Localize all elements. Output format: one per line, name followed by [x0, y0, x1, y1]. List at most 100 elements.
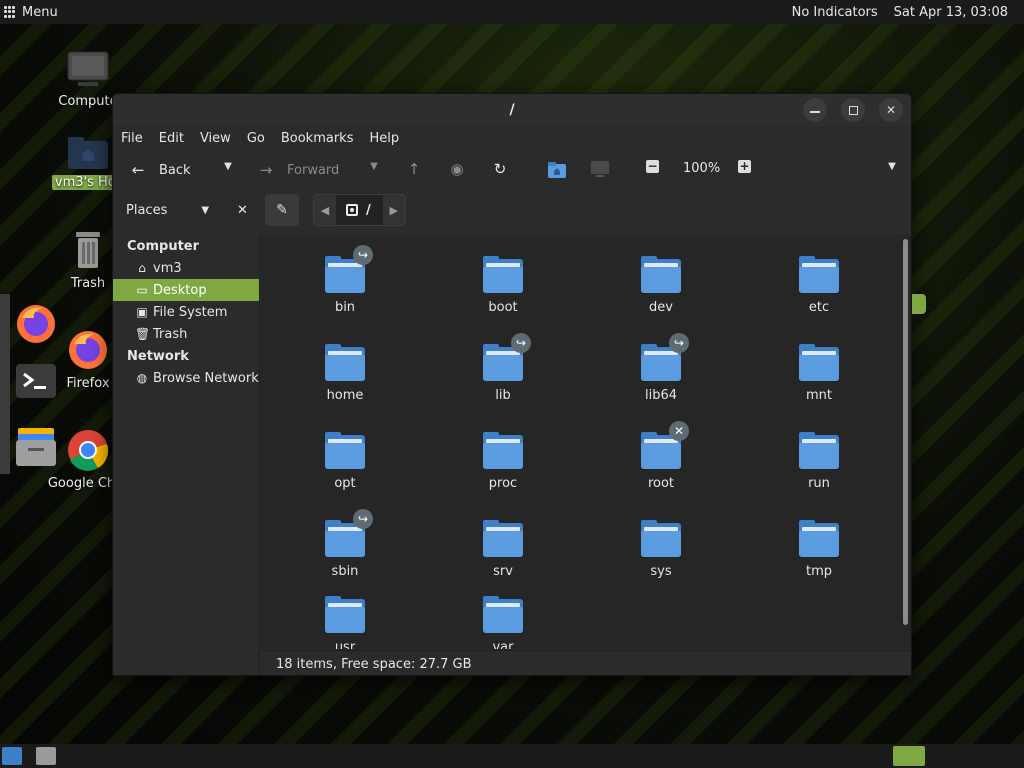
scrollbar[interactable]: [903, 239, 908, 625]
folder-item-proc[interactable]: proc: [443, 432, 563, 491]
folder-icon: [799, 256, 839, 293]
menu-help[interactable]: Help: [369, 131, 399, 146]
folder-item-opt[interactable]: opt: [285, 432, 405, 491]
folder-icon: ↪: [641, 333, 689, 381]
firefox-icon: [69, 331, 107, 369]
folder-item-root[interactable]: ✕ root: [601, 421, 721, 491]
menu-bookmarks[interactable]: Bookmarks: [281, 131, 354, 146]
trash-icon: 🗑: [135, 327, 151, 341]
file-manager-window: / ✕ File Edit View Go Bookmarks Help ← B…: [112, 93, 912, 676]
computer-button[interactable]: [590, 159, 610, 179]
indicators-applet[interactable]: No Indicators: [792, 5, 878, 20]
path-crumb-root[interactable]: /: [336, 195, 383, 225]
chevron-left-icon[interactable]: ◀: [314, 204, 336, 217]
folder-label: bin: [334, 300, 356, 315]
folder-item-mnt[interactable]: mnt: [759, 344, 879, 403]
edit-location-button[interactable]: ✎: [265, 194, 299, 226]
menu-go[interactable]: Go: [247, 131, 265, 146]
symlink-emblem-icon: ↪: [511, 333, 531, 353]
chevron-down-icon[interactable]: ▼: [201, 205, 209, 216]
folder-label: boot: [488, 300, 518, 315]
zoom-level[interactable]: 100%: [683, 161, 720, 176]
folder-item-boot[interactable]: boot: [443, 256, 563, 315]
folder-label: run: [808, 476, 830, 491]
folder-item-sbin[interactable]: ↪ sbin: [285, 509, 405, 579]
folder-icon: ↪: [325, 509, 373, 557]
folder-item-sys[interactable]: sys: [601, 520, 721, 579]
minimize-button[interactable]: [803, 98, 827, 122]
reload-button[interactable]: ↻: [491, 160, 509, 178]
folder-label: sbin: [331, 564, 359, 579]
folder-icon: ↪: [483, 333, 531, 381]
menu-file[interactable]: File: [121, 131, 143, 146]
stop-button[interactable]: ◉: [448, 160, 466, 178]
zoom-out-button[interactable]: −: [646, 160, 659, 173]
folder-item-srv[interactable]: srv: [443, 520, 563, 579]
status-bar: 18 items, Free space: 27.7 GB: [261, 650, 911, 675]
folder-label: usr: [334, 640, 356, 649]
folder-item-bin[interactable]: ↪ bin: [285, 245, 405, 315]
folder-item-home[interactable]: home: [285, 344, 405, 403]
computer-icon: [67, 51, 109, 86]
close-button[interactable]: ✕: [879, 98, 903, 122]
folder-icon: ✕: [641, 421, 689, 469]
location-bar: Places ▼ ✕ ✎ ◀ / ▶: [113, 190, 911, 230]
sidebar-item-desktop[interactable]: ▭ Desktop: [113, 279, 259, 301]
forward-history-dropdown[interactable]: ▼: [365, 161, 383, 172]
maximize-button[interactable]: [841, 98, 865, 122]
title-bar[interactable]: / ✕: [113, 94, 911, 126]
desklet-handle[interactable]: [912, 294, 926, 314]
show-desktop-icon[interactable]: [2, 747, 22, 765]
window-title: /: [509, 102, 515, 118]
back-button[interactable]: ← Back: [129, 161, 191, 179]
firefox-icon[interactable]: [14, 302, 58, 346]
sidebar-item-file-system[interactable]: ▣ File System: [113, 301, 259, 323]
folder-label: etc: [808, 300, 830, 315]
arrow-left-icon: ←: [131, 161, 145, 179]
terminal-icon[interactable]: [14, 362, 58, 402]
menu-view[interactable]: View: [200, 131, 231, 146]
folder-icon: [325, 596, 365, 633]
folder-icon: [641, 256, 681, 293]
menu-edit[interactable]: Edit: [159, 131, 184, 146]
folder-item-var[interactable]: var: [443, 596, 563, 649]
view-options-dropdown[interactable]: ▼: [883, 161, 901, 172]
folder-item-etc[interactable]: etc: [759, 256, 879, 315]
home-button[interactable]: [547, 159, 567, 179]
locked-emblem-icon: ✕: [669, 421, 689, 441]
sidebar-item-browse-network[interactable]: ◍ Browse Network: [113, 367, 259, 389]
folder-item-dev[interactable]: dev: [601, 256, 721, 315]
clock[interactable]: Sat Apr 13, 03:08: [894, 5, 1008, 20]
sidebar-item-vm3[interactable]: ⌂ vm3: [113, 257, 259, 279]
home-icon: ⌂: [138, 261, 146, 275]
minimize-icon: [810, 111, 820, 113]
folder-item-lib[interactable]: ↪ lib: [443, 333, 563, 403]
forward-button[interactable]: → Forward: [257, 161, 340, 179]
folder-label: lib64: [644, 388, 678, 403]
close-sidebar-icon[interactable]: ✕: [237, 203, 248, 218]
path-bar: ◀ / ▶: [313, 194, 406, 226]
back-history-dropdown[interactable]: ▼: [219, 161, 237, 172]
up-button[interactable]: ↑: [405, 160, 423, 178]
menu-button[interactable]: Menu: [0, 5, 58, 20]
places-label[interactable]: Places: [126, 203, 167, 218]
sidebar-item-trash[interactable]: 🗑 Trash: [113, 323, 259, 345]
file-view[interactable]: ↪ bin boot dev etc home ↪ lib ↪ lib64 mnt opt proc ✕ r…: [261, 235, 911, 649]
sidebar-item-label: Desktop: [153, 282, 207, 298]
desktop-icon: ▭: [136, 283, 148, 297]
file-manager-icon[interactable]: [14, 424, 58, 468]
sidebar-item-label: vm3: [153, 260, 182, 276]
folder-icon: [641, 520, 681, 557]
zoom-in-button[interactable]: +: [738, 160, 751, 173]
dock-edge: [0, 294, 10, 474]
zoom-level-value: 100%: [683, 161, 721, 176]
folder-label: srv: [493, 564, 513, 579]
workspace-switcher[interactable]: [893, 746, 925, 766]
folder-item-lib64[interactable]: ↪ lib64: [601, 333, 721, 403]
menu-grid-icon: [4, 6, 16, 18]
chevron-right-icon[interactable]: ▶: [383, 204, 405, 217]
folder-item-tmp[interactable]: tmp: [759, 520, 879, 579]
folder-item-usr[interactable]: usr: [285, 596, 405, 649]
folder-item-run[interactable]: run: [759, 432, 879, 491]
file-manager-taskbar-icon[interactable]: [36, 747, 56, 765]
